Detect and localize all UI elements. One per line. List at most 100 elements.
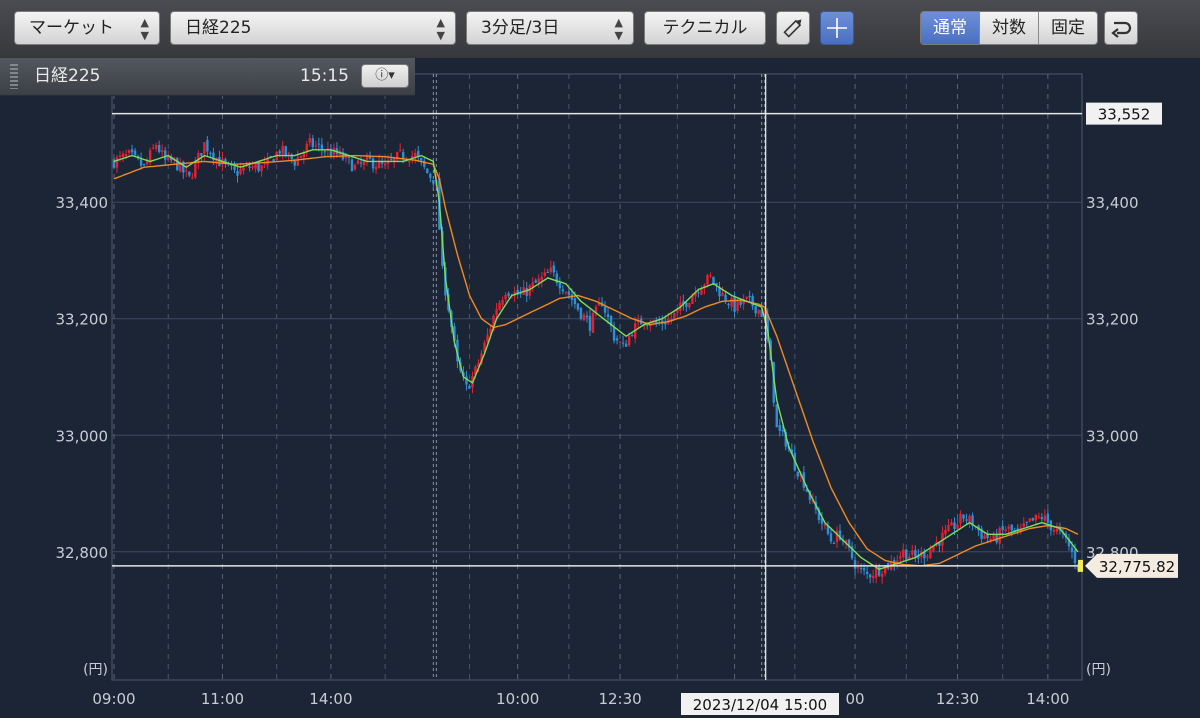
candle-body bbox=[408, 161, 411, 163]
crosshair-button[interactable] bbox=[820, 11, 854, 45]
candle-body bbox=[673, 312, 676, 319]
candle-body bbox=[968, 515, 971, 523]
candle-body bbox=[426, 168, 429, 174]
candle-body bbox=[374, 166, 378, 170]
candle-body bbox=[905, 549, 908, 560]
market-select[interactable]: マーケット ▲ ▼ bbox=[14, 11, 160, 45]
candle-body bbox=[118, 155, 122, 158]
undo-icon bbox=[1111, 21, 1132, 38]
candle-body bbox=[564, 291, 568, 293]
candle-body bbox=[359, 162, 363, 164]
symbol-select[interactable]: 日経225 ▲ ▼ bbox=[170, 11, 456, 45]
interval-select[interactable]: 3分足/3日 ▲ ▼ bbox=[466, 11, 634, 45]
ma-long-line bbox=[113, 154, 1079, 567]
candle-body bbox=[709, 275, 712, 277]
toolbar: マーケット ▲ ▼ 日経225 ▲ ▼ 3分足/3日 ▲ ▼ テクニカル 通常 対数 … bbox=[0, 0, 1200, 59]
candle-body bbox=[498, 302, 501, 310]
candle-body bbox=[721, 293, 724, 296]
last-price-marker bbox=[1078, 559, 1083, 572]
interval-select-label: 3分足/3日 bbox=[481, 18, 560, 38]
candle-body bbox=[606, 314, 610, 318]
y-tick-label-right: 33,000 bbox=[1086, 427, 1139, 445]
candle-body bbox=[281, 145, 284, 154]
candle-body bbox=[540, 276, 543, 281]
candle-body bbox=[317, 143, 321, 145]
candle-body bbox=[537, 278, 540, 283]
candle-body bbox=[911, 550, 914, 555]
candle-body bbox=[233, 166, 236, 171]
candle-body bbox=[739, 301, 742, 305]
candle-body bbox=[859, 567, 863, 569]
candle-body bbox=[624, 343, 628, 347]
candle-body bbox=[618, 341, 622, 343]
candle-body bbox=[139, 159, 143, 166]
candle-body bbox=[1004, 529, 1007, 532]
candle-body bbox=[1022, 523, 1025, 527]
candle-body bbox=[757, 310, 760, 314]
candle-body bbox=[507, 293, 510, 296]
candle-body bbox=[950, 522, 953, 526]
candle-body bbox=[751, 296, 754, 307]
candle-body bbox=[1001, 526, 1004, 530]
candle-body bbox=[142, 164, 146, 166]
select-arrows-icon: ▲ ▼ bbox=[140, 16, 149, 42]
candle-body bbox=[956, 524, 959, 529]
price-chart[interactable]: 32,800 32,80033,000 33,00033,200 33,20033,4… bbox=[0, 58, 1200, 718]
candle-body bbox=[853, 560, 857, 569]
candle-body bbox=[525, 287, 528, 296]
candle-body bbox=[582, 314, 586, 321]
draw-tool-button[interactable] bbox=[776, 11, 810, 45]
candle-body bbox=[558, 282, 562, 289]
candle-body bbox=[353, 164, 357, 170]
scale-mode-log[interactable]: 対数 bbox=[980, 12, 1039, 44]
symbol-select-label: 日経225 bbox=[185, 18, 252, 38]
technical-button[interactable]: テクニカル bbox=[644, 11, 766, 45]
candle-body bbox=[468, 385, 471, 389]
candle-body bbox=[311, 138, 315, 148]
scale-mode-normal[interactable]: 通常 bbox=[921, 12, 980, 44]
candle-body bbox=[543, 272, 546, 276]
candle-body bbox=[926, 556, 929, 558]
candle-body bbox=[254, 164, 257, 169]
candle-body bbox=[576, 303, 580, 310]
candle-body bbox=[627, 335, 631, 346]
candle-body bbox=[899, 556, 902, 559]
candle-body bbox=[260, 165, 263, 172]
candle-body bbox=[736, 300, 739, 311]
candle-body bbox=[781, 429, 784, 432]
crosshair-icon bbox=[827, 18, 847, 38]
info-menu-button[interactable]: ⓘ▾ bbox=[361, 64, 409, 88]
candle-body bbox=[712, 276, 715, 284]
candle-body bbox=[591, 312, 595, 333]
drag-handle-icon[interactable] bbox=[10, 64, 18, 89]
candle-body bbox=[959, 513, 962, 524]
candle-body bbox=[350, 159, 354, 172]
candle-body bbox=[856, 567, 860, 569]
candle-body bbox=[130, 149, 134, 153]
technical-button-label: テクニカル bbox=[662, 18, 748, 38]
candle-body bbox=[188, 171, 191, 176]
candle-body bbox=[989, 538, 992, 541]
candle-body bbox=[242, 167, 245, 171]
candle-body bbox=[1046, 513, 1050, 523]
candle-body bbox=[127, 150, 131, 153]
candle-body bbox=[278, 151, 281, 154]
candle-body bbox=[495, 309, 498, 316]
candle-body bbox=[929, 549, 932, 559]
candle-body bbox=[121, 153, 125, 158]
chart-area[interactable]: 32,800 32,800 33,000 33,000 33,200 33,200 33,4… bbox=[0, 58, 1200, 718]
candle-body bbox=[1052, 529, 1056, 532]
scale-mode-fixed[interactable]: 固定 bbox=[1039, 12, 1097, 44]
candle-body bbox=[124, 154, 128, 156]
candle-body bbox=[998, 528, 1001, 544]
undo-button[interactable] bbox=[1104, 11, 1138, 45]
crosshair-date-label: 2023/12/04 15:00 bbox=[693, 696, 827, 714]
candle-body bbox=[389, 158, 393, 160]
candle-body bbox=[296, 157, 299, 166]
x-tick-label: 14:00 bbox=[309, 690, 352, 708]
y-tick-label-left: 33,000 bbox=[56, 427, 109, 445]
candle-body bbox=[612, 326, 616, 341]
candle-body bbox=[299, 155, 302, 159]
candle-body bbox=[880, 573, 884, 577]
ma-short-line bbox=[113, 149, 1079, 571]
